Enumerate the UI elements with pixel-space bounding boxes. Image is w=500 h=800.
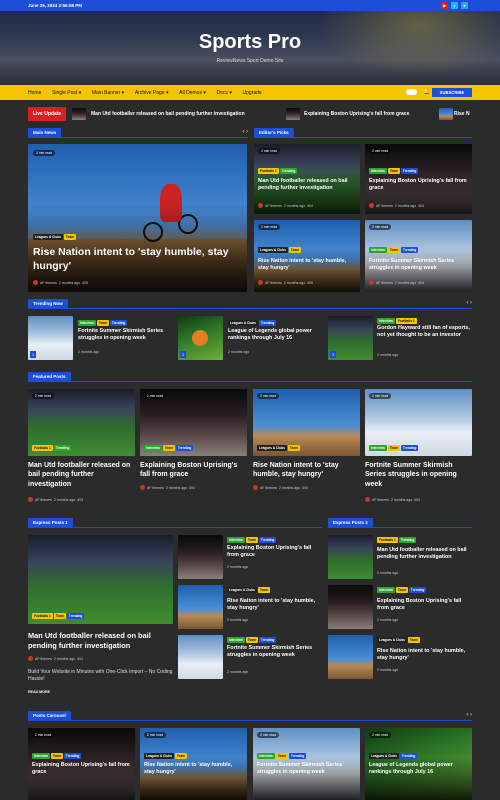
express2-item[interactable]: Footballs 1 Trending Man Utd footballer r… — [328, 535, 472, 579]
subscribe-button[interactable]: SUBSCRIBE — [432, 88, 472, 97]
trending-item[interactable]: 2 Leagues & Clubs Trending League of Lege… — [178, 316, 328, 360]
main-news-card[interactable]: 2 min read Leagues & Clubs Team Rise Nati… — [28, 144, 247, 292]
express-list-item[interactable]: Interview Team Trending Fortnite Summer Sk… — [178, 635, 322, 679]
featured-card[interactable]: 2 min read Interview Team Trending Explaini… — [140, 389, 247, 509]
featured-card[interactable]: 2 min read Interview Team Trending Fortnite… — [365, 389, 472, 509]
ticker-item[interactable]: Explaining Boston Uprising's fall from g… — [304, 111, 409, 117]
main-nav: Home Single Post ▾ Main Banner ▾ Archive… — [0, 85, 500, 100]
express-posts-2-header: Express Posts 2 — [328, 518, 472, 528]
editors-picks-header: Editor's Picks — [254, 128, 472, 138]
live-ticker: Live Update Man Utd footballer released … — [28, 107, 472, 121]
site-header: June 25, 2024 2:56:58 PM ▶ v ➤ Sports Pr… — [0, 0, 500, 85]
express-posts-1-header: Express Posts 1 — [28, 518, 322, 528]
editors-card[interactable]: 2 min read Leagues & Clubs Team Rise Nati… — [254, 220, 360, 292]
ticker-item[interactable]: Rise N — [454, 111, 472, 117]
nav-upgrade[interactable]: Upgrade — [243, 90, 262, 96]
carousel-card[interactable]: 2 min read Leagues & Clubs Team Rise Nati… — [140, 728, 247, 800]
editors-card[interactable]: 2 min read Interview Team Trending Explain… — [365, 144, 472, 214]
telegram-icon[interactable]: ➤ — [461, 2, 468, 9]
express-list-item[interactable]: Leagues & Clubs Team Rise Nation intent t… — [178, 585, 322, 629]
site-title[interactable]: Sports Pro — [0, 31, 500, 54]
nav-archive-page[interactable]: Archive Page ▾ — [135, 90, 169, 96]
featured-card[interactable]: 2 min read Footballs 1 Trending Man Utd fo… — [28, 389, 135, 509]
featured-card[interactable]: 2 min read Leagues & Clubs Team Rise Natio… — [253, 389, 360, 509]
express-big-card[interactable]: Footballs 1 Team Trending Man Utd football… — [28, 535, 173, 700]
site-tagline: ReviewNews Sport Demo Site — [216, 58, 284, 64]
slider-arrows-icon[interactable]: ‹ › — [242, 129, 248, 135]
read-more-link[interactable]: READ MORE — [28, 690, 50, 694]
posts-carousel-header: Posts Carousel ‹ › — [28, 711, 472, 721]
slider-arrows-icon[interactable]: ‹ › — [466, 300, 472, 306]
current-date: June 25, 2024 2:56:58 PM — [28, 3, 83, 8]
trending-item[interactable]: 3 Interview Footballs 1 Gordon Hayward st… — [328, 316, 472, 360]
youtube-icon[interactable]: ▶ — [441, 2, 448, 9]
editors-card[interactable]: 2 min read Interview Team Trending Fortnit… — [365, 220, 472, 292]
carousel-card[interactable]: 2 min read Leagues & Clubs Trending Leagu… — [365, 728, 472, 800]
carousel-card[interactable]: 2 min read Interview Team Trending Explain… — [28, 728, 135, 800]
express2-item[interactable]: Leagues & Clubs Team Rise Nation intent t… — [328, 635, 472, 679]
main-news-title[interactable]: Rise Nation intent to 'stay humble, stay… — [33, 245, 233, 273]
editors-card[interactable]: 2 min read Footballs 1 Trending Man Utd f… — [254, 144, 360, 214]
trending-header: Trending Now ‹ › — [28, 299, 472, 309]
express-list-item[interactable]: Interview Team Trending Explaining Boston … — [178, 535, 322, 579]
top-bar: June 25, 2024 2:56:58 PM ▶ v ➤ — [0, 0, 500, 11]
nav-single-post[interactable]: Single Post ▾ — [52, 90, 81, 96]
carousel-card[interactable]: 2 min read Interview Team Trending Fortnit… — [253, 728, 360, 800]
live-update-label: Live Update — [28, 107, 66, 121]
read-time-badge: 2 min read — [33, 150, 56, 156]
featured-header: Featured Posts — [28, 372, 472, 382]
nav-docs[interactable]: Docs ▾ — [217, 90, 232, 96]
main-news-header: Main News ‹ › — [28, 128, 248, 138]
slider-arrows-icon[interactable]: ‹ › — [466, 712, 472, 718]
nav-main-banner[interactable]: Main Banner ▾ — [92, 90, 124, 96]
theme-toggle-icon[interactable] — [406, 89, 417, 95]
express2-item[interactable]: Interview Team Trending Explaining Boston … — [328, 585, 472, 629]
trending-item[interactable]: 1 Interview Team Trending Fortnite Summer … — [28, 316, 173, 360]
vimeo-icon[interactable]: v — [451, 2, 458, 9]
bell-icon[interactable]: 🔔 — [423, 88, 430, 95]
ticker-item[interactable]: Man Utd footballer released on bail pend… — [91, 111, 245, 117]
nav-home[interactable]: Home — [28, 90, 41, 96]
nav-all-demos[interactable]: All Demos ▾ — [179, 90, 206, 96]
avatar — [33, 280, 38, 285]
